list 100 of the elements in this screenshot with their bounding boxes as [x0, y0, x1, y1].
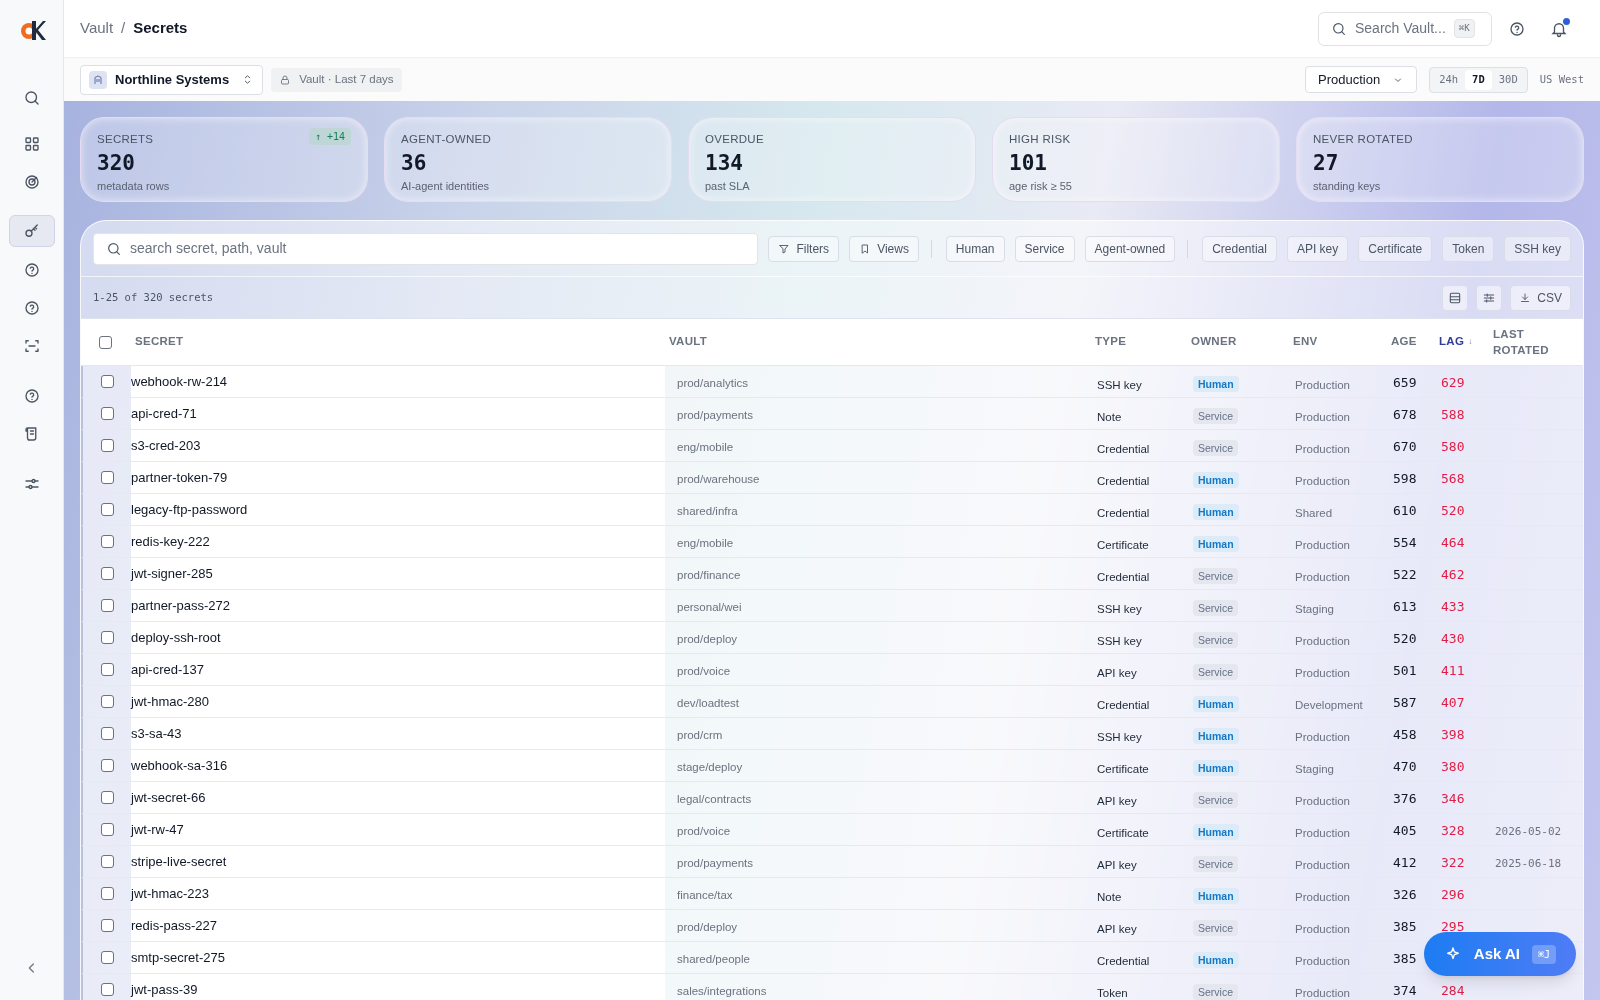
- shortcut-hint: ⌘K: [1453, 18, 1475, 39]
- filters-button[interactable]: Filters: [768, 235, 840, 262]
- row-checkbox[interactable]: [100, 471, 114, 484]
- secret-name[interactable]: jwt-signer-285: [131, 563, 213, 584]
- lag-value: 580: [1441, 438, 1465, 454]
- row-checkbox[interactable]: [100, 887, 114, 900]
- column-header[interactable]: TYPE: [1095, 333, 1127, 351]
- column-header[interactable]: SECRET: [135, 333, 184, 351]
- row-checkbox[interactable]: [100, 599, 114, 612]
- secret-name[interactable]: partner-token-79: [131, 467, 228, 488]
- row-checkbox[interactable]: [100, 823, 114, 836]
- row-checkbox[interactable]: [100, 663, 114, 676]
- vault-path: prod/voice: [677, 824, 731, 837]
- density-button[interactable]: [1442, 284, 1469, 311]
- column-header[interactable]: AGE: [1391, 333, 1417, 351]
- ask-ai-button[interactable]: Ask AI ⌘J: [1423, 932, 1576, 976]
- lag-value: 346: [1441, 790, 1465, 806]
- row-checkbox[interactable]: [100, 375, 114, 388]
- column-header[interactable]: LAG: [1439, 333, 1465, 351]
- secret-name[interactable]: stripe-live-secret: [131, 851, 227, 872]
- secret-name[interactable]: deploy-ssh-root: [131, 627, 221, 648]
- type-filter-chip[interactable]: Credential: [1202, 235, 1277, 262]
- environment-label: Development: [1295, 698, 1363, 711]
- secret-name[interactable]: jwt-hmac-223: [131, 883, 210, 904]
- row-checkbox[interactable]: [100, 983, 114, 996]
- owner-filter-chip[interactable]: Agent-owned: [1084, 235, 1176, 262]
- secret-name[interactable]: jwt-secret-66: [131, 787, 206, 808]
- secret-type: API key: [1097, 794, 1137, 807]
- secret-name[interactable]: partner-pass-272: [131, 595, 230, 616]
- secret-name[interactable]: jwt-rw-47: [131, 819, 184, 840]
- search-field[interactable]: Search Vault... ⌘K: [1318, 11, 1492, 46]
- kpi-label: SECRETS: [97, 132, 154, 147]
- type-filter-chip[interactable]: Token: [1442, 235, 1495, 262]
- lag-value: 284: [1441, 982, 1465, 998]
- sidebar-item[interactable]: [8, 215, 55, 247]
- secret-name[interactable]: smtp-secret-275: [131, 947, 225, 968]
- last-rotated-date: 2025-06-18: [1495, 856, 1562, 870]
- row-checkbox[interactable]: [100, 631, 114, 644]
- secret-name[interactable]: redis-key-222: [131, 531, 210, 552]
- vault-path: sales/integrations: [677, 984, 767, 997]
- scan-icon: [22, 337, 41, 355]
- secret-name[interactable]: s3-cred-203: [131, 435, 201, 456]
- lag-value: 380: [1441, 758, 1465, 774]
- time-range-option[interactable]: 24h: [1432, 69, 1466, 90]
- secret-name[interactable]: webhook-rw-214: [131, 371, 228, 392]
- owner-filter-chip[interactable]: Human: [945, 235, 1005, 262]
- secret-type: Credential: [1097, 698, 1150, 711]
- views-button[interactable]: Views: [849, 235, 919, 262]
- row-checkbox[interactable]: [100, 951, 114, 964]
- age-value: 326: [1393, 886, 1417, 902]
- owner-filter-chip[interactable]: Service: [1014, 235, 1075, 262]
- type-filter-chip[interactable]: Certificate: [1358, 235, 1433, 262]
- time-range-option[interactable]: 7D: [1465, 69, 1492, 90]
- secret-name[interactable]: s3-sa-43: [131, 723, 182, 744]
- secret-name[interactable]: webhook-sa-316: [131, 755, 228, 776]
- secret-name[interactable]: jwt-pass-39: [131, 979, 198, 1000]
- row-checkbox[interactable]: [100, 695, 114, 708]
- csv-export-button[interactable]: CSV: [1510, 284, 1571, 311]
- secret-name[interactable]: api-cred-137: [131, 659, 204, 680]
- environment-dropdown[interactable]: Production: [1305, 66, 1418, 93]
- owner-tag: Service: [1193, 919, 1238, 936]
- row-checkbox[interactable]: [100, 535, 114, 548]
- help-icon[interactable]: [1508, 19, 1526, 38]
- environment-label: Production: [1295, 538, 1350, 551]
- row-checkbox[interactable]: [100, 919, 114, 932]
- vault-path: prod/deploy: [677, 632, 738, 645]
- type-filter-chip[interactable]: API key: [1286, 235, 1349, 262]
- key-icon: [22, 222, 41, 240]
- column-header[interactable]: VAULT: [669, 333, 708, 351]
- secret-name[interactable]: api-cred-71: [131, 403, 197, 424]
- row-checkbox[interactable]: [100, 439, 114, 452]
- row-checkbox[interactable]: [100, 407, 114, 420]
- environment-label: Staging: [1295, 762, 1334, 775]
- row-checkbox[interactable]: [100, 759, 114, 772]
- table-search-field[interactable]: search secret, path, vault: [93, 232, 759, 265]
- row-checkbox[interactable]: [100, 791, 114, 804]
- secret-type: API key: [1097, 858, 1137, 871]
- row-checkbox[interactable]: [100, 727, 114, 740]
- secret-type: Credential: [1097, 954, 1150, 967]
- owner-tag: Service: [1193, 855, 1238, 872]
- secret-type: Certificate: [1097, 762, 1149, 775]
- column-header[interactable]: OWNER: [1191, 333, 1237, 351]
- environment-label: Staging: [1295, 602, 1334, 615]
- column-header[interactable]: LAST ROTATED: [1493, 326, 1553, 358]
- row-checkbox[interactable]: [100, 503, 114, 516]
- row-checkbox[interactable]: [100, 567, 114, 580]
- kpi-caption: metadata rows: [97, 179, 171, 195]
- notification-bell-icon[interactable]: [1550, 19, 1568, 38]
- time-range-option[interactable]: 30D: [1491, 69, 1525, 90]
- breadcrumb-link[interactable]: Vault: [80, 17, 114, 40]
- column-header[interactable]: ENV: [1293, 333, 1318, 351]
- select-all-checkbox[interactable]: [98, 335, 112, 349]
- organization-selector[interactable]: Northline Systems: [80, 64, 264, 95]
- age-value: 412: [1393, 854, 1417, 870]
- vault-path: prod/payments: [677, 408, 754, 421]
- row-checkbox[interactable]: [100, 855, 114, 868]
- secret-name[interactable]: redis-pass-227: [131, 915, 217, 936]
- type-filter-chip[interactable]: SSH key: [1504, 235, 1571, 262]
- secret-name[interactable]: jwt-hmac-280: [131, 691, 210, 712]
- secret-name[interactable]: legacy-ftp-password: [131, 499, 248, 520]
